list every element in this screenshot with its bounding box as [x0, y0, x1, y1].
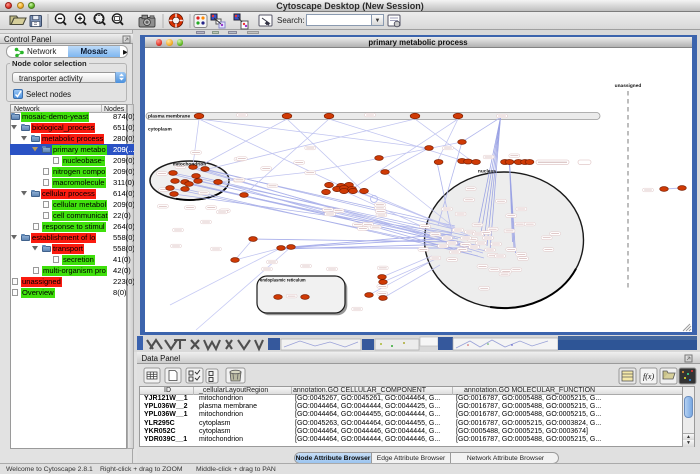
svg-text:plasma membrane: plasma membrane — [148, 113, 190, 119]
svg-text:f(x): f(x) — [643, 372, 654, 381]
svg-text:mitochondrion: mitochondrion — [172, 161, 206, 167]
svg-text:endoplasmic reticulum: endoplasmic reticulum — [260, 277, 306, 282]
svg-text:nucleus: nucleus — [477, 168, 495, 174]
svg-text:cytoplasm: cytoplasm — [148, 126, 172, 132]
svg-text:unassigned: unassigned — [614, 83, 641, 89]
